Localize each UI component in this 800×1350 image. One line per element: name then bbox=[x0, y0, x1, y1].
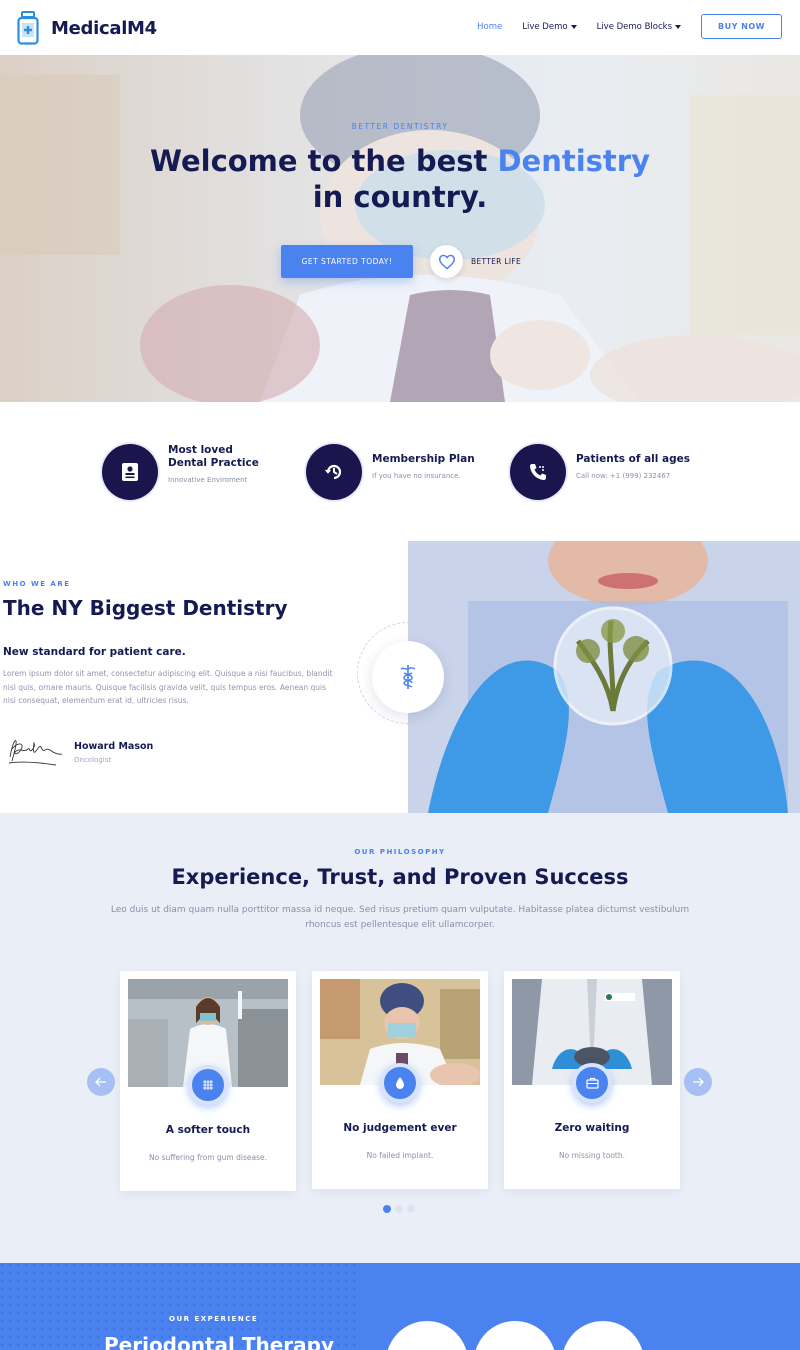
feature-icon-circle bbox=[306, 444, 362, 500]
caduceus-icon bbox=[400, 665, 416, 689]
id-card-icon bbox=[122, 463, 138, 481]
card-subtitle: No failed implant. bbox=[366, 1151, 434, 1160]
experience-section: OUR EXPERIENCE Periodontal Therapy bbox=[0, 1263, 800, 1350]
feature-text: Membership Plan If you have no insurance… bbox=[372, 444, 475, 480]
card-subtitle: No suffering from gum disease. bbox=[148, 1153, 267, 1162]
author-role: Oncologist bbox=[74, 756, 112, 764]
phone-icon bbox=[530, 464, 546, 480]
signature-image bbox=[8, 740, 63, 766]
history-icon bbox=[325, 464, 342, 480]
arrow-right-icon bbox=[693, 1077, 704, 1087]
hero-title-accent: Dentistry bbox=[497, 144, 650, 178]
card-icon-badge bbox=[188, 1065, 228, 1105]
nav-live-demo[interactable]: Live Demo bbox=[522, 21, 577, 32]
caduceus-badge bbox=[372, 641, 444, 713]
card-subtitle: No missing tooth. bbox=[559, 1151, 625, 1160]
who-kicker: WHO WE ARE bbox=[3, 580, 71, 588]
carousel-dot-active[interactable] bbox=[383, 1205, 391, 1213]
author-name: Howard Mason bbox=[74, 741, 154, 752]
logo-text: MedicalM4 bbox=[51, 17, 157, 39]
caret-down-icon bbox=[570, 24, 577, 29]
main-nav: Home Live Demo Live Demo Blocks BUY NOW bbox=[477, 14, 782, 39]
nav-home-label: Home bbox=[477, 21, 503, 32]
logo[interactable]: MedicalM4 bbox=[17, 11, 157, 45]
hero-title: Welcome to the best Dentistry in country… bbox=[0, 143, 800, 215]
nav-live-demo-blocks[interactable]: Live Demo Blocks bbox=[597, 22, 681, 32]
feature-item: Most loved Dental Practice Innovative En… bbox=[102, 444, 268, 500]
feature-subtitle: Innovative Enviroment bbox=[168, 476, 248, 484]
feature-title: Most loved Dental Practice bbox=[168, 444, 259, 469]
drop-icon bbox=[396, 1077, 404, 1089]
site-header: MedicalM4 Home Live Demo Live Demo Block… bbox=[0, 0, 800, 55]
scientist-photo-image bbox=[408, 541, 800, 813]
carousel-card[interactable]: No judgement ever No failed implant. bbox=[312, 971, 488, 1189]
card-icon-badge bbox=[572, 1063, 612, 1103]
card-icon-badge bbox=[380, 1063, 420, 1103]
feature-title: Patients of all ages bbox=[576, 453, 690, 465]
carousel-dot[interactable] bbox=[395, 1205, 403, 1213]
nav-live-demo-blocks-label: Live Demo Blocks bbox=[596, 21, 672, 32]
hero-title-part1: Welcome to the best bbox=[150, 144, 498, 178]
hero-title-part2: in country. bbox=[312, 180, 488, 214]
who-body: Lorem ipsum dolor sit amet, consectetur … bbox=[3, 669, 333, 705]
hero-section: BETTER DENTISTRY Welcome to the best Den… bbox=[0, 55, 800, 402]
better-life-label: BETTER LIFE bbox=[471, 257, 521, 266]
feature-icon-circle bbox=[510, 444, 566, 500]
feature-item: Membership Plan If you have no insurance… bbox=[306, 444, 475, 500]
carousel-prev-button[interactable] bbox=[87, 1068, 115, 1096]
carousel-card[interactable]: Zero waiting No missing tooth. bbox=[504, 971, 680, 1189]
philosophy-title: Experience, Trust, and Proven Success bbox=[171, 865, 629, 889]
scientist-photo bbox=[408, 541, 800, 813]
feature-icon-circle bbox=[102, 444, 158, 500]
feature-subtitle: If you have no insurance. bbox=[372, 472, 461, 480]
carousel-dot[interactable] bbox=[407, 1205, 415, 1213]
feature-title: Membership Plan bbox=[372, 453, 475, 465]
philosophy-kicker: OUR PHILOSOPHY bbox=[354, 848, 446, 856]
hero-overlay bbox=[0, 55, 800, 402]
who-we-are-section: WHO WE ARE The NY Biggest Dentistry New … bbox=[0, 541, 800, 813]
card-title: No judgement ever bbox=[343, 1122, 457, 1134]
buy-now-button[interactable]: BUY NOW bbox=[701, 14, 782, 39]
feature-text: Patients of all ages Call now: +1 (999) … bbox=[576, 444, 690, 480]
nav-home[interactable]: Home bbox=[477, 22, 502, 32]
grid-icon bbox=[203, 1080, 213, 1090]
medical-kit-icon bbox=[585, 1077, 599, 1089]
philosophy-section: OUR PHILOSOPHY Experience, Trust, and Pr… bbox=[0, 813, 800, 1263]
features-section: Most loved Dental Practice Innovative En… bbox=[0, 402, 800, 541]
card-title: A softer touch bbox=[165, 1124, 251, 1136]
medicine-bottle-icon bbox=[17, 11, 39, 45]
arrow-left-icon bbox=[95, 1077, 106, 1087]
feature-item: Patients of all ages Call now: +1 (999) … bbox=[510, 444, 690, 500]
philosophy-body: Leo duis ut diam quam nulla porttitor ma… bbox=[110, 905, 690, 930]
nav-live-demo-label: Live Demo bbox=[522, 21, 568, 32]
carousel-card[interactable]: A softer touch No suffering from gum dis… bbox=[120, 971, 296, 1191]
caret-down-icon bbox=[675, 24, 681, 29]
who-title: The NY Biggest Dentistry bbox=[3, 596, 288, 620]
carousel-pagination bbox=[383, 1205, 419, 1213]
hero-kicker: BETTER DENTISTRY bbox=[351, 122, 449, 131]
get-started-button[interactable]: GET STARTED TODAY! bbox=[281, 245, 413, 278]
feature-text: Most loved Dental Practice Innovative En… bbox=[168, 444, 268, 484]
experience-title: Periodontal Therapy bbox=[104, 1333, 335, 1350]
card-title: Zero waiting bbox=[554, 1122, 630, 1134]
carousel-next-button[interactable] bbox=[684, 1068, 712, 1096]
heart-icon bbox=[438, 254, 455, 270]
experience-kicker: OUR EXPERIENCE bbox=[169, 1315, 259, 1323]
feature-subtitle: Call now: +1 (999) 232467 bbox=[576, 472, 671, 480]
who-subtitle: New standard for patient care. bbox=[3, 646, 186, 658]
heart-button[interactable] bbox=[430, 245, 463, 278]
